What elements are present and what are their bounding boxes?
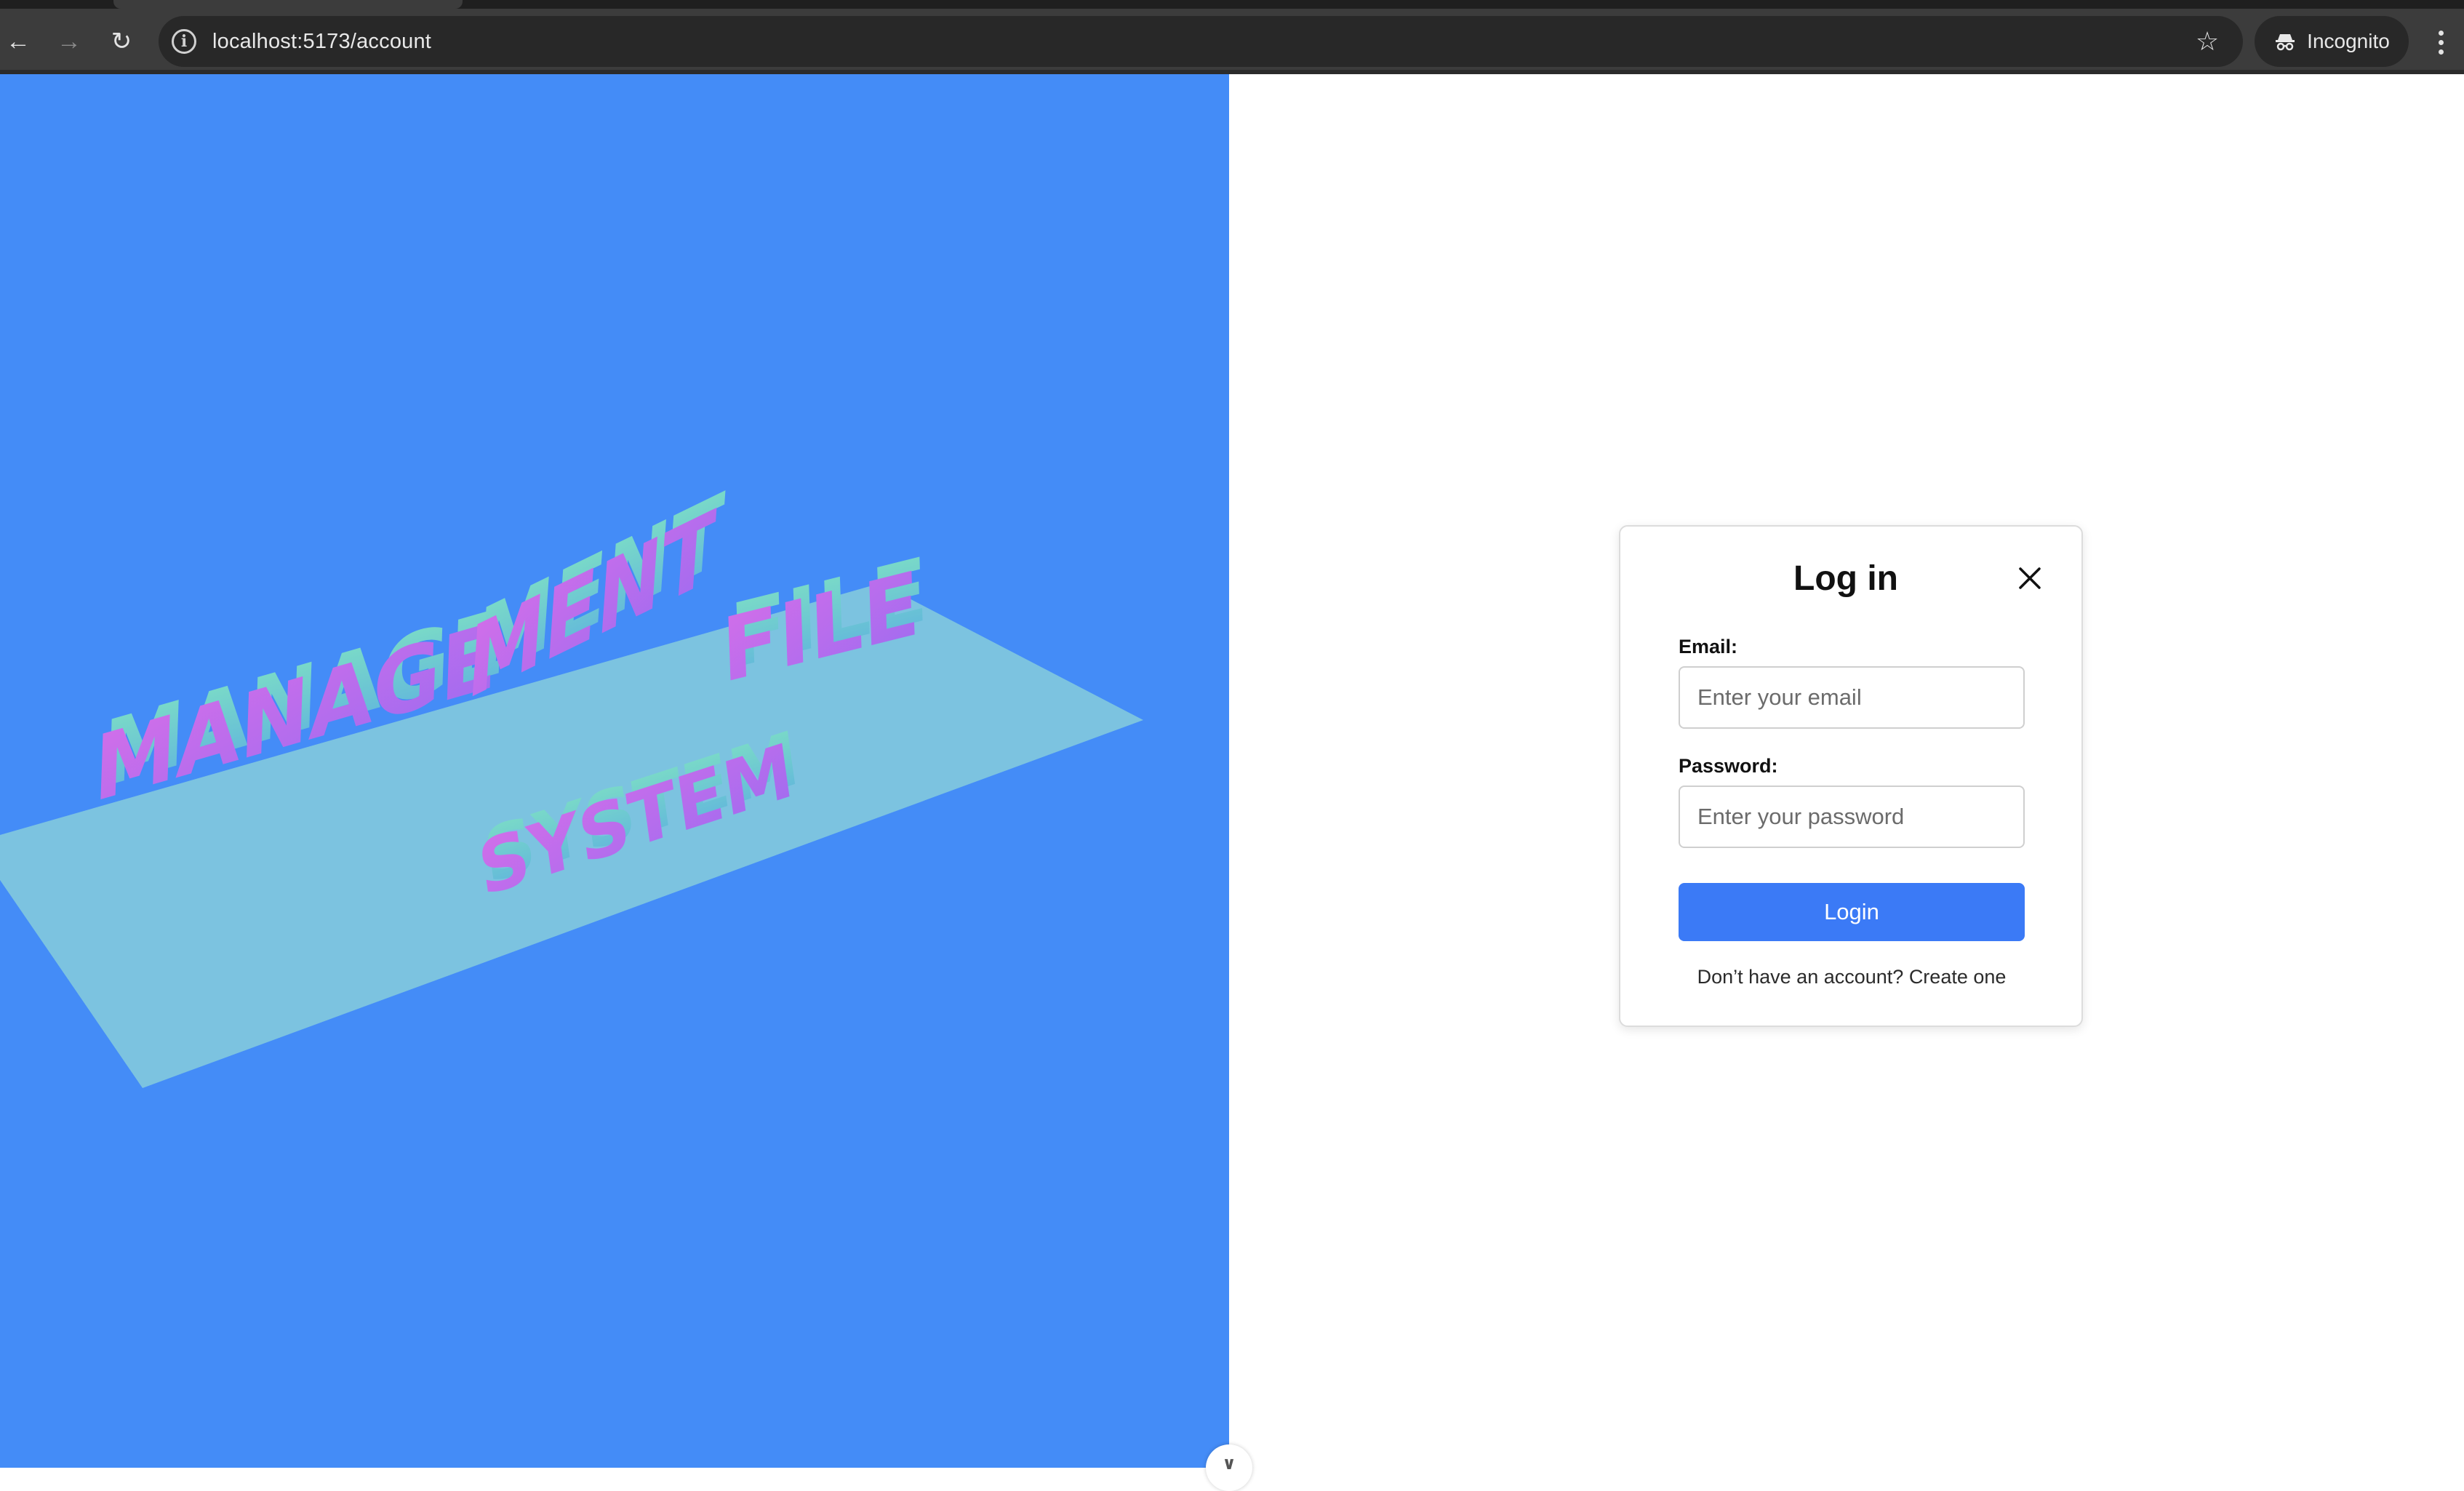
password-field[interactable] — [1679, 786, 2025, 848]
create-account-link[interactable]: Create one — [1909, 966, 2007, 988]
address-bar[interactable]: i localhost:5173/account ☆ — [159, 16, 2243, 67]
kebab-menu-icon[interactable] — [2426, 25, 2455, 60]
signup-prompt-text: Don’t have an account? — [1697, 966, 1904, 988]
signup-prompt: Don’t have an account? Create one — [1620, 966, 2083, 988]
resize-handle[interactable]: ∨ — [1206, 1444, 1252, 1491]
url-text[interactable]: localhost:5173/account — [212, 30, 431, 54]
incognito-icon — [2276, 34, 2295, 51]
tab-strip — [0, 0, 2464, 9]
forward-arrow-icon[interactable]: → — [51, 23, 87, 60]
password-label: Password: — [1679, 755, 1778, 777]
back-arrow-icon[interactable]: ← — [0, 23, 36, 60]
incognito-indicator[interactable]: Incognito — [2255, 16, 2409, 67]
email-label: Email: — [1679, 636, 1738, 657]
login-card: Log in Email: Password: Login Don’t have… — [1619, 525, 2083, 1027]
browser-toolbar: ← → ↻ i localhost:5173/account ☆ Incogni… — [0, 9, 2464, 74]
incognito-label: Incognito — [2307, 30, 2390, 52]
page-viewport: MANAGE MANAGE MENT MENT FILE FILE SYSTEM… — [0, 74, 2464, 1491]
reload-icon[interactable]: ↻ — [103, 23, 140, 60]
login-button[interactable]: Login — [1679, 883, 2025, 941]
active-tab[interactable] — [113, 0, 463, 9]
close-icon[interactable] — [2010, 559, 2049, 598]
3d-scene-canvas[interactable]: MANAGE MANAGE MENT MENT FILE FILE SYSTEM… — [0, 74, 1229, 1468]
login-title: Log in — [1793, 559, 1898, 598]
email-field[interactable] — [1679, 666, 2025, 729]
info-icon[interactable]: i — [172, 29, 196, 54]
star-icon[interactable]: ☆ — [2191, 25, 2224, 58]
3d-scene-panel[interactable]: MANAGE MANAGE MENT MENT FILE FILE SYSTEM… — [0, 74, 1229, 1468]
